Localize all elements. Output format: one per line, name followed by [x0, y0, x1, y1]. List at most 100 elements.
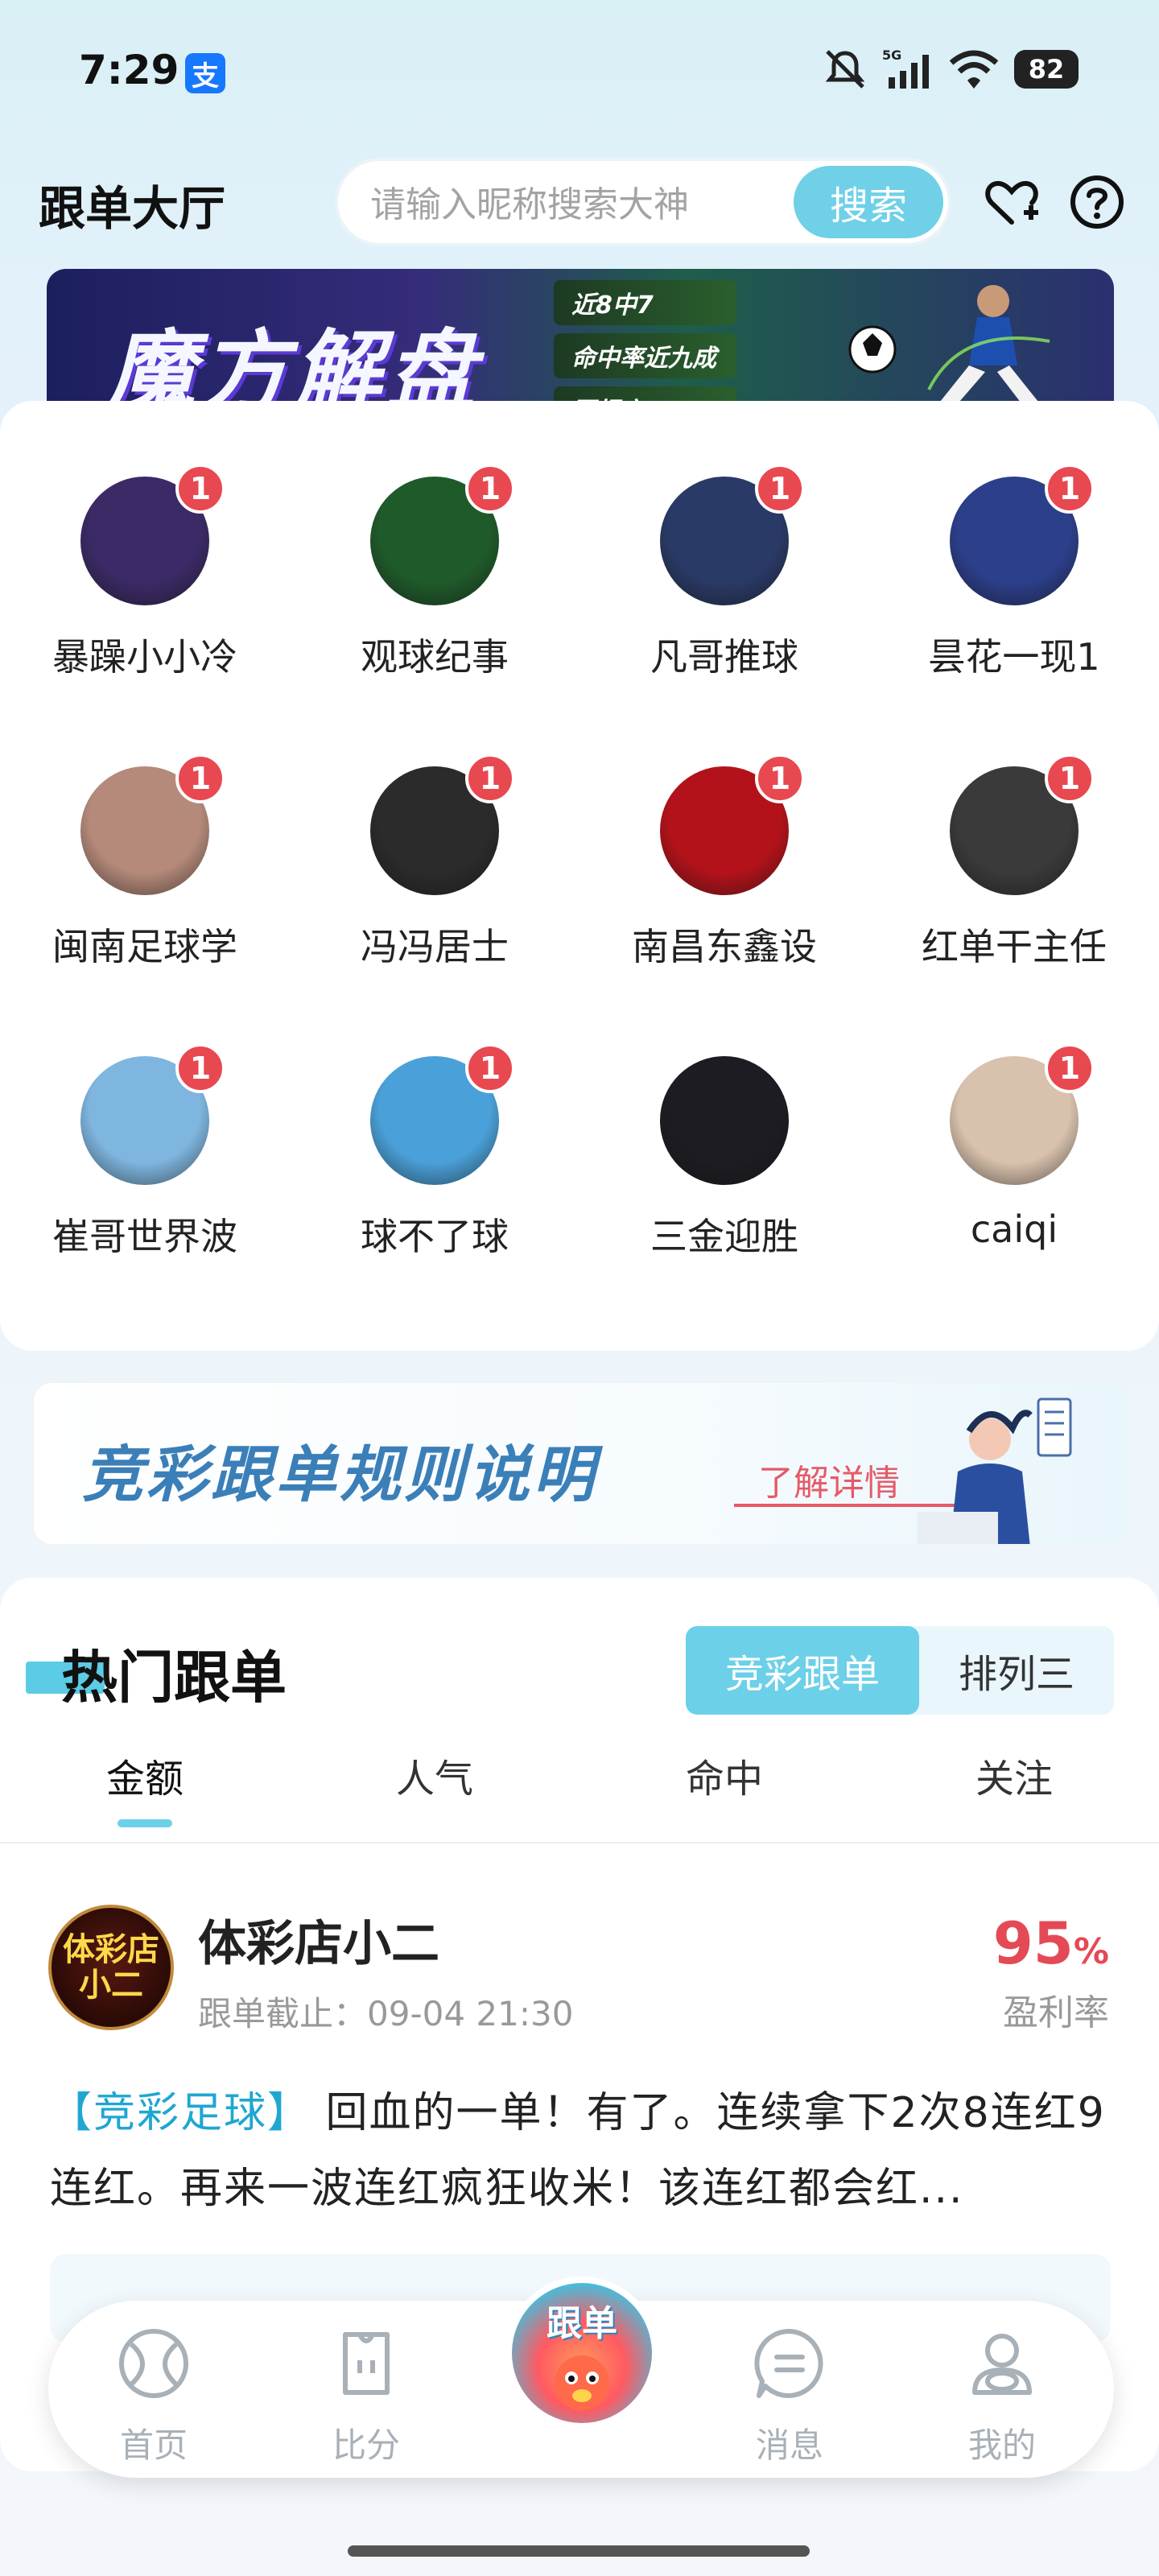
scoreboard-icon — [343, 2332, 390, 2395]
notification-badge: 1 — [755, 753, 805, 803]
expert-item[interactable]: 1 南昌东鑫设 — [604, 753, 845, 971]
notification-badge: 1 — [175, 1043, 225, 1093]
expert-name: 暴躁小小冷 — [52, 635, 237, 679]
expert-name: 闽南足球学 — [52, 925, 237, 968]
favorite-add-icon[interactable] — [984, 174, 1040, 230]
expert-item[interactable]: 1 崔哥世界波 — [24, 1043, 266, 1261]
tab-following[interactable]: 关注 — [934, 1747, 1095, 1803]
section-title: 热门跟单 — [61, 1645, 287, 1711]
avatar[interactable] — [660, 1056, 789, 1185]
lottery-type-switch: 竞彩跟单 排列三 — [686, 1626, 1114, 1715]
expert-name: 南昌东鑫设 — [632, 925, 817, 968]
nav-follow-label: 跟单 — [547, 2303, 617, 2344]
expert-avatar-wrap: 1 — [80, 464, 225, 605]
status-time: 7:29 — [79, 47, 179, 93]
notification-badge: 1 — [1045, 464, 1095, 514]
rules-title: 竞彩跟单规则说明 — [82, 1439, 597, 1510]
rules-banner[interactable]: 竞彩跟单规则说明 了解详情 — [32, 1381, 1128, 1546]
expert-item[interactable]: 1 闽南足球学 — [24, 753, 266, 971]
expert-avatar-wrap: 1 — [80, 753, 225, 895]
expert-avatar-wrap: 1 — [950, 464, 1095, 605]
profit-rate: 95% — [993, 1909, 1109, 1977]
expert-avatar-wrap: 1 — [660, 464, 805, 605]
expert-avatar-wrap: 1 — [370, 753, 515, 895]
home-indicator[interactable] — [348, 2545, 810, 2557]
post-deadline: 跟单截止：09-04 21:30 — [198, 1994, 574, 2033]
expert-name: 三金迎胜 — [650, 1215, 798, 1258]
notification-badge: 1 — [465, 464, 515, 514]
post-content[interactable]: 【竞彩足球】 回血的一单！有了。连续拿下2次8连红9连红。再来一波连红疯狂收米！… — [50, 2075, 1112, 2227]
search-bar: 搜索 — [335, 158, 951, 246]
football-icon — [119, 2329, 188, 2398]
nav-messages-label: 消息 — [755, 2425, 823, 2465]
notification-badge: 1 — [175, 753, 225, 803]
help-icon[interactable] — [1069, 174, 1125, 230]
sort-tabs: 金额 人气 命中 关注 — [0, 1747, 1159, 1835]
notification-badge: 1 — [465, 1043, 515, 1093]
nav-home-label: 首页 — [119, 2425, 188, 2465]
expert-name: 昙花一现1 — [928, 635, 1100, 679]
expert-avatar-wrap: 1 — [80, 1043, 225, 1185]
notification-badge: 1 — [175, 464, 225, 514]
wifi-icon — [949, 50, 999, 89]
segment-pailie3[interactable]: 排列三 — [919, 1626, 1114, 1715]
expert-avatar-wrap: 1 — [370, 464, 515, 605]
nav-score-label: 比分 — [332, 2425, 400, 2465]
alipay-icon: 支 — [185, 53, 225, 93]
expert-name: 崔哥世界波 — [52, 1215, 237, 1258]
expert-item[interactable]: 1 凡哥推球 — [604, 464, 845, 681]
expert-name: 冯冯居士 — [361, 925, 509, 968]
expert-name: 红单干主任 — [922, 925, 1107, 968]
expert-item[interactable]: 1 caiqi — [893, 1043, 1135, 1251]
notification-badge: 1 — [755, 464, 805, 514]
expert-name: 球不了球 — [361, 1215, 509, 1258]
message-icon — [754, 2328, 823, 2398]
status-icons: 5G 82 — [823, 48, 1079, 90]
expert-avatar-wrap: 1 — [370, 1043, 515, 1185]
expert-item[interactable]: 1 观球纪事 — [314, 464, 555, 681]
expert-name: 观球纪事 — [361, 635, 509, 679]
user-icon — [972, 2334, 1032, 2395]
expert-avatar-wrap: 1 — [950, 1043, 1095, 1185]
profit-rate-label: 盈利率 — [1003, 1992, 1109, 2033]
nav-follow-center-button[interactable]: 跟单 — [505, 2277, 658, 2429]
rules-details-link[interactable]: 了解详情 — [758, 1454, 900, 1505]
post-tag: 【竞彩足球】 — [50, 2089, 311, 2137]
divider — [0, 1842, 1159, 1843]
nav-profile-label: 我的 — [967, 2425, 1036, 2465]
expert-avatar-wrap — [660, 1056, 789, 1185]
profit-rate-value: 95 — [992, 1909, 1074, 1977]
expert-item[interactable]: 三金迎胜 — [604, 1056, 845, 1261]
nav-score[interactable]: 比分 — [306, 2323, 427, 2467]
expert-item[interactable]: 1 红单干主任 — [893, 753, 1135, 971]
notification-badge: 1 — [1045, 1043, 1095, 1093]
nav-messages[interactable]: 消息 — [729, 2323, 850, 2467]
search-input[interactable] — [370, 182, 757, 227]
tab-popularity[interactable]: 人气 — [354, 1747, 515, 1803]
tab-hit-rate[interactable]: 命中 — [644, 1747, 805, 1803]
search-button[interactable]: 搜索 — [794, 166, 943, 238]
page-title: 跟单大厅 — [39, 181, 226, 236]
expert-item[interactable]: 1 球不了球 — [314, 1043, 555, 1261]
battery-indicator: 82 — [1014, 50, 1079, 89]
banner-stat: 近8中7 — [554, 280, 736, 325]
tab-amount[interactable]: 金额 — [64, 1747, 225, 1803]
active-tab-indicator — [118, 1819, 172, 1827]
mascot-icon — [555, 2355, 609, 2410]
woman-laptop-illustration — [918, 1397, 1072, 1544]
post-author-name[interactable]: 体彩店小二 — [198, 1905, 439, 1975]
nav-home[interactable]: 首页 — [93, 2323, 214, 2467]
svg-text:5G: 5G — [882, 48, 901, 63]
banner-stat: 命中率近九成 — [554, 333, 736, 378]
mute-icon — [825, 50, 865, 89]
nav-profile[interactable]: 我的 — [942, 2323, 1062, 2467]
avatar[interactable]: 体彩店小二 — [48, 1905, 174, 2030]
expert-item[interactable]: 1 昙花一现1 — [893, 464, 1135, 681]
segment-jingcai[interactable]: 竞彩跟单 — [686, 1626, 919, 1715]
signal-icon: 5G — [882, 48, 929, 89]
expert-item[interactable]: 1 暴躁小小冷 — [24, 464, 266, 681]
notification-badge: 1 — [1045, 753, 1095, 803]
expert-avatar-wrap: 1 — [950, 753, 1095, 895]
football-player-illustration — [848, 285, 1050, 414]
expert-item[interactable]: 1 冯冯居士 — [314, 753, 555, 971]
